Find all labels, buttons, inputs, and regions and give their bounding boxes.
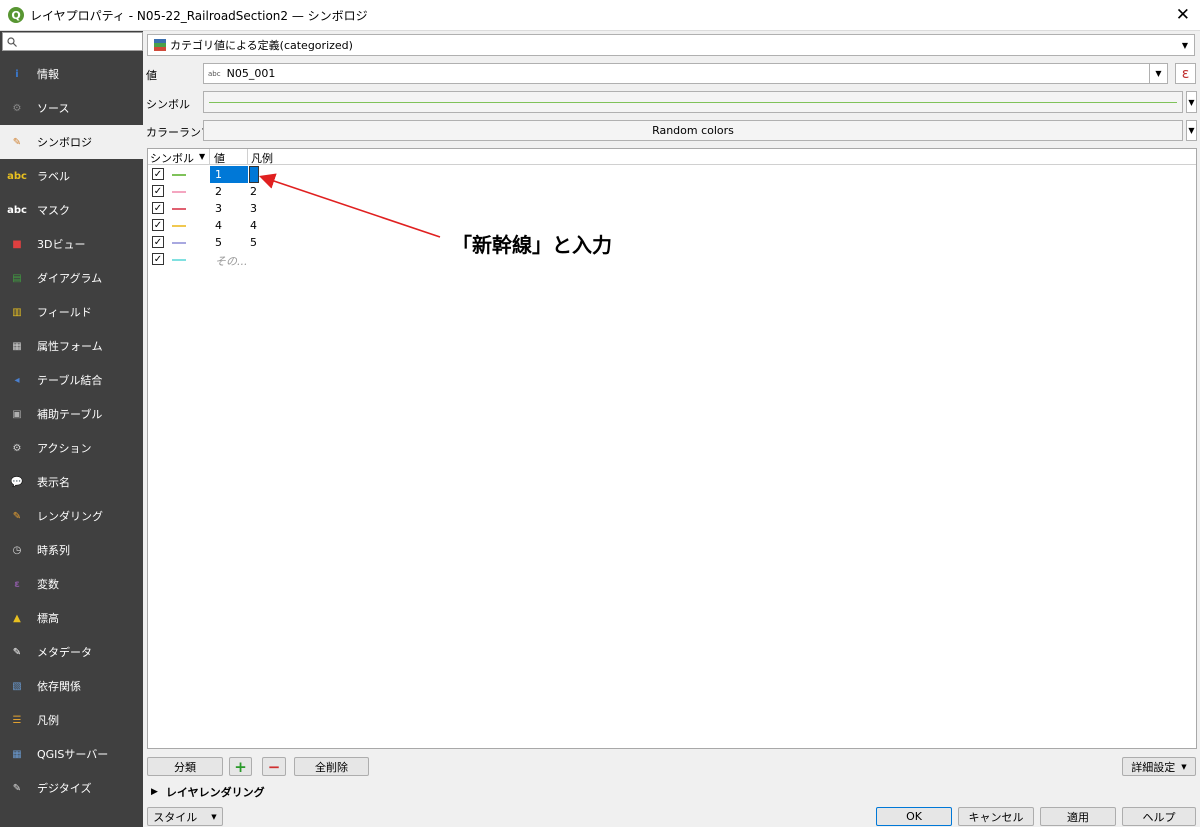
annotation-arrow xyxy=(258,173,441,238)
annotation-text: 「新幹線」と入力 xyxy=(452,233,612,257)
